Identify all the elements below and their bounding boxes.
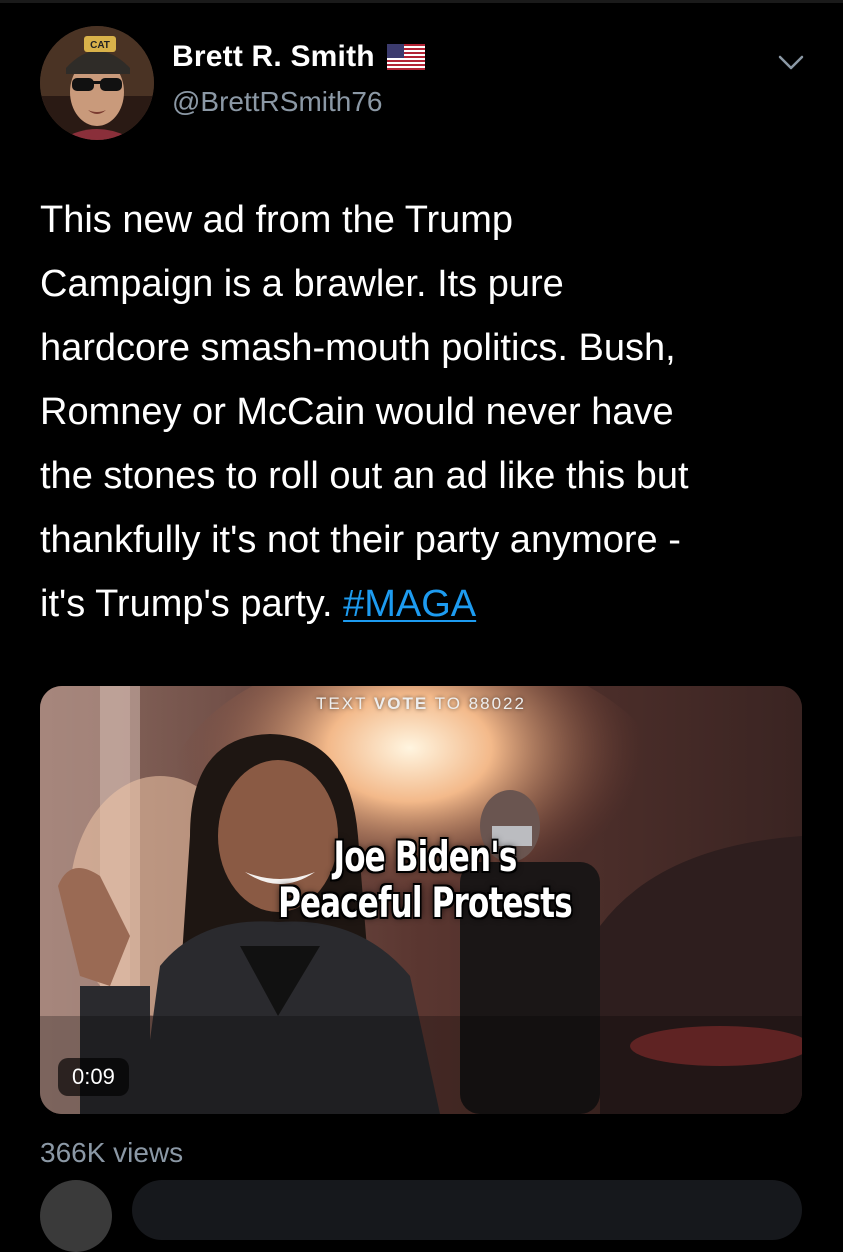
avatar-image: CAT <box>40 26 154 140</box>
caption-post: TO 88022 <box>428 694 526 713</box>
chevron-down-icon <box>778 55 804 70</box>
video-player[interactable]: TEXT VOTE TO 88022 Joe Biden's Peaceful … <box>40 686 802 1114</box>
video-headline: Joe Biden's Peaceful Protests <box>232 834 617 926</box>
video-overlay-caption: TEXT VOTE TO 88022 <box>40 694 802 714</box>
tweet-body: This new ad from the Trump Campaign is a… <box>40 199 689 625</box>
reply-user-avatar[interactable] <box>40 1180 112 1252</box>
avatar-cap-text: CAT <box>90 40 110 51</box>
hashtag-link[interactable]: #MAGA <box>343 583 476 625</box>
top-divider <box>0 0 843 3</box>
tweet-text: This new ad from the Trump Campaign is a… <box>40 188 810 636</box>
author-handle[interactable]: @BrettRSmith76 <box>172 86 383 118</box>
caption-bold: VOTE <box>373 694 429 713</box>
us-flag-icon <box>386 44 425 70</box>
reply-input[interactable] <box>132 1180 802 1240</box>
video-duration-badge: 0:09 <box>58 1058 129 1096</box>
author-name-label: Brett R. Smith <box>172 40 375 73</box>
video-headline-line2: Peaceful Protests <box>278 878 573 927</box>
author-name[interactable]: Brett R. Smith <box>172 40 425 74</box>
view-count: 366K views <box>40 1137 184 1168</box>
more-options-button[interactable] <box>768 40 814 86</box>
author-avatar[interactable]: CAT <box>40 26 154 140</box>
video-headline-line1: Joe Biden's <box>333 832 517 881</box>
caption-pre: TEXT <box>316 694 374 713</box>
